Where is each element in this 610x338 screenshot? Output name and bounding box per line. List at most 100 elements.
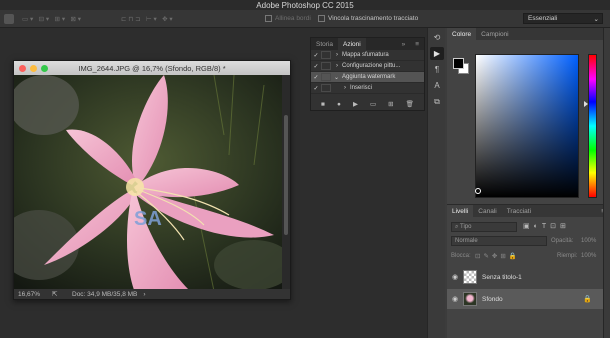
vertical-scrollbar[interactable] — [282, 75, 290, 291]
action-row[interactable]: ✓ ⌄ Aggiunta watermark — [311, 72, 424, 83]
watermark-text: SA — [134, 208, 162, 230]
image-canvas[interactable]: SA — [14, 75, 284, 291]
lock-icons[interactable]: ⊡✎✥⊞🔒 — [475, 252, 520, 260]
character-icon[interactable]: A — [430, 79, 444, 92]
play-actions-icon[interactable]: ▶ — [430, 47, 444, 60]
workspace-value: Essenziali — [528, 15, 558, 22]
document-status-bar: 16,67% ⇱ Doc: 34,9 MB/35,8 MB › — [14, 289, 290, 299]
tab-canali[interactable]: Canali — [473, 205, 501, 217]
trash-icon[interactable]: 🗑 — [406, 100, 414, 108]
layer-name: Sfondo — [482, 295, 503, 303]
stop-icon[interactable]: ■ — [321, 101, 325, 108]
action-label: Aggiunta watermark — [342, 74, 396, 80]
chevron-right-icon[interactable]: › — [334, 52, 342, 58]
tool-preset-icon[interactable] — [4, 13, 14, 24]
color-field[interactable] — [475, 54, 579, 198]
lock-icon: 🔒 — [583, 296, 592, 303]
constrain-path-checkbox[interactable] — [318, 15, 325, 22]
tab-campioni[interactable]: Campioni — [476, 28, 513, 40]
opacity-value[interactable]: 100% — [581, 238, 596, 244]
layer-row-selected[interactable]: ◉ Sfondo 🔒 — [447, 289, 610, 309]
export-icon[interactable]: ⇱ — [52, 290, 66, 298]
align-edges-label: Allinea bordi — [275, 15, 311, 23]
lock-label: Blocca: — [451, 253, 471, 259]
constrain-path-label: Vincola trascinamento tracciato — [328, 15, 419, 23]
chevron-right-icon[interactable]: › — [334, 63, 342, 69]
dialog-toggle-box[interactable] — [321, 62, 331, 70]
doc-info: Doc: 34,9 MB/35,8 MB — [72, 290, 138, 298]
eye-icon[interactable]: ◉ — [447, 273, 463, 281]
layers-panel: Livelli Canali Tracciati ≡ ⌕ Tipo ▣◐T⊡⊞ … — [447, 204, 610, 338]
chevron-right-icon[interactable]: › — [143, 291, 145, 298]
layer-row[interactable]: ◉ Senza titolo-1 — [447, 267, 610, 287]
action-label: Mappa sfumatura — [342, 52, 389, 58]
actions-footer: ■ ● ▶ ▭ ⊞ 🗑 — [311, 98, 424, 110]
app-title-bar: Adobe Photoshop CC 2015 — [0, 0, 610, 10]
workspace-select[interactable]: Essenziali ⌄ — [523, 13, 603, 24]
panel-menu-icon[interactable]: ≡ — [410, 38, 424, 50]
layer-filter-value: Tipo — [460, 224, 472, 230]
toggle-check-icon[interactable]: ✓ — [311, 85, 321, 92]
document-title-bar[interactable]: IMG_2644.JPG @ 16,7% (Sfondo, RGB/8) * — [14, 61, 290, 75]
collapse-panel-icon[interactable]: » — [397, 38, 411, 50]
tab-tracciati[interactable]: Tracciati — [502, 205, 536, 217]
document-title: IMG_2644.JPG @ 16,7% (Sfondo, RGB/8) * — [78, 63, 226, 73]
color-picker-ring[interactable] — [475, 188, 481, 194]
eye-icon[interactable]: ◉ — [447, 295, 463, 303]
blend-mode-value: Normale — [455, 238, 478, 244]
action-row[interactable]: ✓ › Configurazione pittu... — [311, 61, 424, 72]
path-ops-icons: ⊏ ⊓ ⊐ ⊢ ▾ ✥ ▾ — [121, 15, 173, 23]
tab-livelli[interactable]: Livelli — [447, 205, 474, 217]
align-edges-option[interactable]: Allinea bordi — [265, 15, 311, 22]
right-edge-strip — [603, 28, 610, 338]
layer-thumbnail — [463, 292, 477, 306]
color-panel-tabs: Colore Campioni — [447, 28, 610, 40]
tab-storia[interactable]: Storia — [311, 38, 338, 50]
options-ghost-controls: ▭ ▾ ⊟ ▾ ⊞ ▾ ⊠ ▾ — [22, 15, 82, 23]
history-icon[interactable]: ⟲ — [430, 31, 444, 44]
new-action-icon[interactable]: ⊞ — [388, 100, 393, 108]
fill-value[interactable]: 100% — [581, 253, 596, 259]
actions-panel-tabs: Storia Azioni » ≡ — [311, 38, 424, 50]
chevron-down-icon: ⌄ — [593, 15, 599, 23]
layers-panel-tabs: Livelli Canali Tracciati ≡ — [447, 205, 610, 217]
collapsed-panels-strip: ⟲ ▶ ¶ A ⧉ — [427, 28, 445, 338]
toggle-check-icon[interactable]: ✓ — [311, 74, 321, 81]
action-label: Configurazione pittu... — [342, 63, 401, 69]
zoom-level[interactable]: 16,67% — [18, 291, 48, 298]
tab-colore[interactable]: Colore — [447, 28, 477, 40]
layer-filter-select[interactable]: ⌕ Tipo — [451, 222, 517, 232]
constrain-path-option[interactable]: Vincola trascinamento tracciato — [318, 15, 418, 22]
hue-slider[interactable] — [588, 54, 597, 198]
dialog-toggle-box[interactable] — [321, 51, 331, 59]
clone-source-icon[interactable]: ⧉ — [430, 95, 444, 108]
blend-mode-select[interactable]: Normale — [451, 236, 547, 246]
dialog-toggle-box[interactable] — [321, 73, 331, 81]
action-row[interactable]: ✓ › Mappa sfumatura — [311, 50, 424, 61]
new-set-icon[interactable]: ▭ — [370, 100, 376, 108]
document-window[interactable]: IMG_2644.JPG @ 16,7% (Sfondo, RGB/8) * S… — [13, 60, 291, 300]
play-icon[interactable]: ▶ — [353, 100, 358, 108]
layer-name: Senza titolo-1 — [482, 273, 522, 281]
record-icon[interactable]: ● — [337, 101, 341, 108]
layer-thumbnail — [463, 270, 477, 284]
action-list: ✓ › Mappa sfumatura ✓ › Configurazione pittu.… — [311, 50, 424, 94]
layer-filter-icons[interactable]: ▣◐T⊡⊞ — [523, 222, 570, 230]
toggle-check-icon[interactable]: ✓ — [311, 63, 321, 70]
align-edges-checkbox[interactable] — [265, 15, 272, 22]
fill-label: Riempi: — [557, 253, 578, 259]
action-row[interactable]: ✓ › Inserisci — [311, 83, 424, 94]
foreground-color-swatch[interactable] — [453, 58, 464, 69]
flower-photo: SA — [14, 75, 284, 291]
right-dock: Colore Campioni Livelli Canali Tracciati… — [447, 28, 610, 338]
scroll-thumb[interactable] — [284, 115, 288, 235]
action-label: Inserisci — [350, 85, 373, 91]
toggle-check-icon[interactable]: ✓ — [311, 52, 321, 59]
chevron-down-icon[interactable]: ⌄ — [334, 74, 342, 81]
options-bar: ▭ ▾ ⊟ ▾ ⊞ ▾ ⊠ ▾ ⊏ ⊓ ⊐ ⊢ ▾ ✥ ▾ Allinea bo… — [0, 10, 610, 28]
dialog-toggle-box[interactable] — [321, 84, 331, 92]
actions-panel: Storia Azioni » ≡ ✓ › Mappa sfumatura ✓ › Con… — [310, 37, 425, 111]
paragraph-icon[interactable]: ¶ — [430, 63, 444, 76]
tab-azioni[interactable]: Azioni — [337, 38, 366, 50]
chevron-right-icon[interactable]: › — [334, 85, 350, 91]
